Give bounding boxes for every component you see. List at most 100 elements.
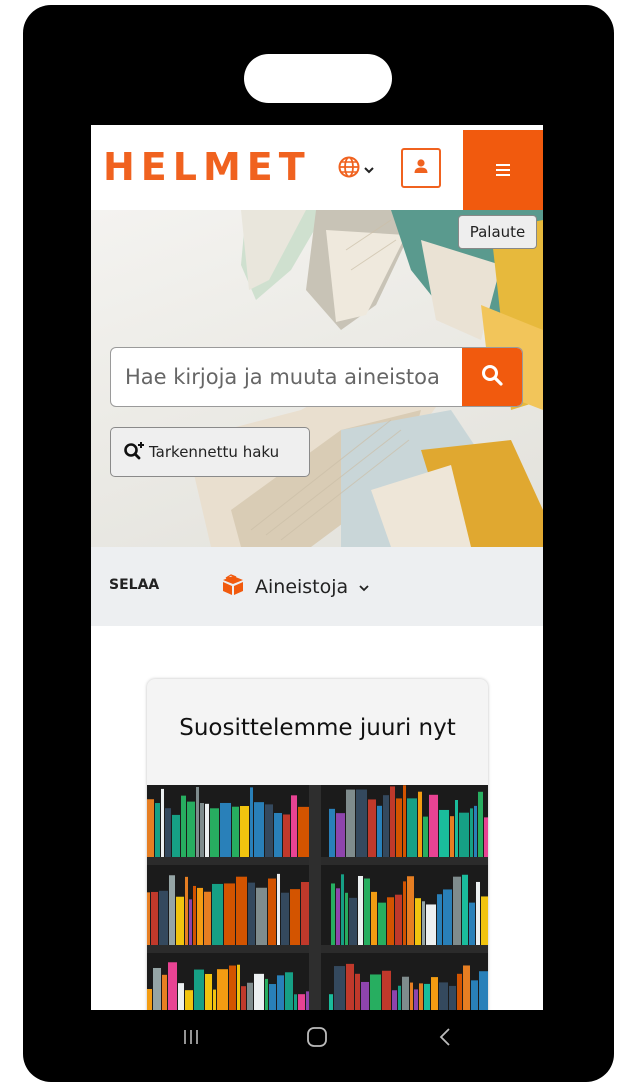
book-spine bbox=[470, 808, 473, 857]
home-button[interactable] bbox=[297, 1022, 337, 1056]
book-spine bbox=[484, 817, 488, 857]
book-spine bbox=[247, 982, 253, 1010]
book-spine bbox=[196, 786, 199, 857]
app-screen: HELMET Palaute Hae kirjoja ja muuta aine… bbox=[91, 125, 543, 1010]
book-spine bbox=[457, 973, 462, 1010]
book-spine bbox=[422, 901, 425, 945]
book-spine bbox=[237, 964, 240, 1010]
book-spine bbox=[459, 812, 469, 857]
book-spine bbox=[336, 888, 340, 945]
book-spine bbox=[205, 803, 209, 857]
user-account-button[interactable] bbox=[401, 148, 441, 188]
book-spine bbox=[471, 980, 478, 1010]
book-spine bbox=[387, 897, 394, 945]
book-spine bbox=[265, 978, 268, 1010]
book-spine bbox=[356, 789, 367, 857]
book-spine bbox=[358, 875, 363, 945]
book-spine bbox=[193, 885, 196, 945]
book-spine bbox=[383, 795, 389, 857]
book-spine bbox=[162, 974, 167, 1010]
browse-bar: SELAA Aineistoja bbox=[91, 547, 543, 626]
back-icon bbox=[438, 1027, 452, 1051]
book-spine bbox=[236, 876, 247, 945]
recent-apps-button[interactable] bbox=[171, 1022, 211, 1056]
book-spine bbox=[329, 994, 333, 1010]
box-icon bbox=[221, 573, 245, 601]
book-spine bbox=[147, 799, 154, 857]
book-spine bbox=[256, 887, 267, 945]
language-selector[interactable] bbox=[337, 155, 379, 183]
book-spine bbox=[407, 876, 414, 945]
book-spine bbox=[265, 804, 273, 857]
feedback-button[interactable]: Palaute bbox=[458, 215, 537, 249]
book-spine bbox=[469, 902, 475, 945]
advanced-search-button[interactable]: Tarkennettu haku bbox=[110, 427, 310, 477]
recommendation-card: Suosittelemme juuri nyt bbox=[147, 679, 488, 1010]
book-spine bbox=[200, 803, 204, 857]
bookshelf-image[interactable] bbox=[147, 785, 488, 1010]
book-spine bbox=[189, 899, 192, 945]
book-spine bbox=[439, 982, 448, 1010]
back-button[interactable] bbox=[425, 1022, 465, 1056]
book-spine bbox=[254, 802, 264, 857]
book-spine bbox=[277, 975, 284, 1010]
book-spine bbox=[378, 902, 386, 945]
book-spine bbox=[336, 813, 345, 857]
book-spine bbox=[187, 801, 195, 857]
book-spine bbox=[463, 965, 470, 1010]
book-spine bbox=[392, 990, 397, 1010]
book-spine bbox=[217, 969, 228, 1010]
book-spine bbox=[415, 898, 421, 945]
book-spine bbox=[453, 876, 461, 945]
book-spine bbox=[161, 788, 164, 857]
search-icon bbox=[481, 364, 503, 390]
recent-apps-icon bbox=[182, 1028, 200, 1050]
hero-banner: Palaute Tarken bbox=[91, 210, 543, 547]
book-spine bbox=[185, 876, 188, 945]
globe-icon bbox=[337, 155, 361, 183]
book-spine bbox=[250, 787, 253, 857]
book-spine bbox=[462, 874, 468, 945]
book-spine bbox=[172, 814, 180, 857]
book-spine bbox=[194, 969, 204, 1010]
book-spine bbox=[147, 988, 152, 1010]
book-spine bbox=[371, 891, 377, 945]
home-icon bbox=[306, 1026, 328, 1052]
book-spine bbox=[229, 965, 236, 1010]
book-spine bbox=[274, 812, 282, 857]
book-spine bbox=[147, 892, 150, 945]
book-spine bbox=[382, 970, 391, 1010]
book-spine bbox=[240, 806, 249, 857]
main-menu-button[interactable] bbox=[463, 130, 543, 210]
book-spine bbox=[213, 989, 216, 1010]
book-spine bbox=[346, 789, 355, 857]
helmet-logo[interactable]: HELMET bbox=[103, 145, 311, 189]
search-button[interactable] bbox=[462, 348, 522, 406]
book-spine bbox=[294, 994, 297, 1010]
book-spine bbox=[212, 883, 223, 945]
book-spine bbox=[168, 962, 177, 1010]
book-spine bbox=[176, 896, 184, 945]
book-spine bbox=[298, 806, 309, 857]
book-spine bbox=[248, 882, 255, 945]
book-spine bbox=[395, 894, 402, 945]
hamburger-menu-icon bbox=[496, 161, 510, 180]
book-spine bbox=[403, 881, 406, 945]
materials-dropdown[interactable]: Aineistoja bbox=[221, 571, 370, 603]
camera-notch bbox=[244, 54, 392, 103]
chevron-down-icon bbox=[358, 576, 370, 598]
book-spine bbox=[345, 892, 348, 945]
book-spine bbox=[479, 971, 488, 1010]
book-spine bbox=[178, 983, 184, 1010]
search-input[interactable] bbox=[111, 348, 463, 406]
book-spine bbox=[402, 976, 409, 1010]
book-spine bbox=[424, 983, 430, 1010]
book-spine bbox=[334, 966, 345, 1010]
book-spine bbox=[224, 883, 235, 945]
book-spine bbox=[403, 785, 406, 857]
book-spine bbox=[455, 799, 458, 857]
book-spine bbox=[290, 889, 300, 945]
book-spine bbox=[277, 873, 280, 945]
book-spine bbox=[291, 795, 297, 857]
book-spine bbox=[204, 891, 211, 945]
